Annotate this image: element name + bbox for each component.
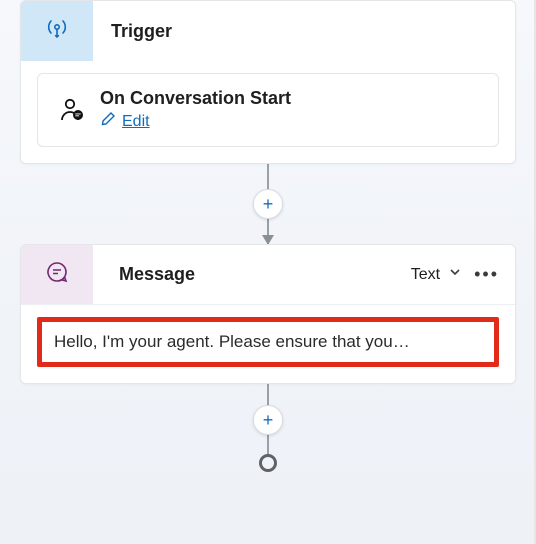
message-node-icon-cell: [21, 245, 93, 304]
connector-1: +: [267, 164, 269, 244]
more-button[interactable]: •••: [470, 260, 503, 289]
chat-bubble-icon: [45, 260, 69, 289]
trigger-node-title: Trigger: [93, 21, 515, 42]
antenna-icon: [45, 17, 69, 46]
chevron-down-icon: [448, 265, 462, 284]
flow-end-marker: [259, 454, 277, 472]
message-content-preview[interactable]: Hello, I'm your agent. Please ensure tha…: [37, 317, 499, 367]
add-step-button-2[interactable]: +: [253, 405, 283, 435]
flow-canvas: Trigger On Conversation Start: [0, 0, 536, 544]
message-type-selector[interactable]: Text: [411, 265, 462, 284]
message-node-header: Message Text •••: [21, 245, 515, 305]
edit-trigger-link[interactable]: Edit: [100, 111, 150, 132]
trigger-sub-title: On Conversation Start: [100, 88, 291, 109]
message-type-label: Text: [411, 266, 440, 284]
trigger-sub-card[interactable]: On Conversation Start Edit: [37, 73, 499, 147]
trigger-node-body: On Conversation Start Edit: [21, 61, 515, 163]
message-node[interactable]: Message Text ••• Hello, I'm your agent. …: [20, 244, 516, 384]
message-node-body: Hello, I'm your agent. Please ensure tha…: [21, 305, 515, 383]
connector-2: +: [267, 384, 269, 456]
trigger-node-icon-cell: [21, 1, 93, 61]
pencil-icon: [100, 111, 116, 132]
trigger-node[interactable]: Trigger On Conversation Start: [20, 0, 516, 164]
edit-trigger-label: Edit: [122, 113, 150, 131]
add-step-button-1[interactable]: +: [253, 189, 283, 219]
trigger-node-header: Trigger: [21, 1, 515, 61]
message-node-title: Message: [101, 264, 403, 285]
person-chat-icon: [52, 95, 92, 125]
